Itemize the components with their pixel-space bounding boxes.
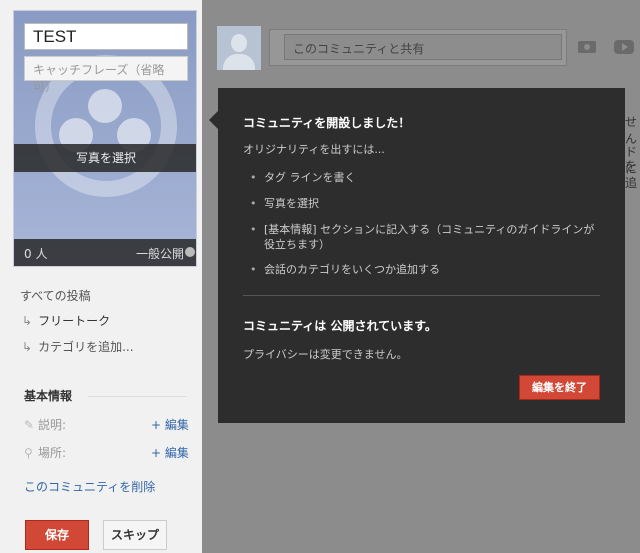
background-text-fragment: せん <box>625 115 638 146</box>
member-count: 0 人 <box>24 247 48 261</box>
bullet-icon: • <box>250 223 257 236</box>
emblem-dot-top <box>88 89 122 123</box>
tip-item: • [基本情報] セクションに記入する（コミュニティのガイドラインが役立ちます） <box>250 222 604 252</box>
category-label: カテゴリを追加... <box>38 340 134 354</box>
user-avatar <box>217 26 261 70</box>
select-photo-button[interactable]: 写真を選択 <box>14 144 196 172</box>
popup-intro: オリジナリティを出すには... <box>243 143 385 156</box>
bullet-icon: • <box>250 171 257 184</box>
basic-info-divider <box>88 396 186 397</box>
tip-text: 会話のカテゴリをいくつか追加する <box>264 263 440 276</box>
tip-text: 写真を選択 <box>264 197 319 210</box>
subcategory-arrow-icon: ↳ <box>22 340 33 354</box>
description-row: ✎ 説明: <box>24 416 66 433</box>
globe-icon <box>185 247 195 257</box>
video-icon[interactable] <box>614 40 634 54</box>
privacy-note: プライバシーは変更できません。 <box>243 348 408 361</box>
add-category-link[interactable]: ↳ カテゴリを追加... <box>22 338 134 355</box>
description-label: 説明: <box>38 418 67 432</box>
all-posts-link[interactable]: すべての投稿 <box>20 287 91 304</box>
community-cover-photo[interactable]: TEST キャッチフレーズ（省略可） 写真を選択 0 人 一般公開 <box>13 10 197 267</box>
finish-editing-button[interactable]: 編集を終了 <box>519 375 600 400</box>
delete-community-link[interactable]: このコミュニティを削除 <box>24 478 155 495</box>
background-text-fragment: を追 <box>625 159 638 190</box>
community-name-input[interactable]: TEST <box>24 23 188 50</box>
location-row: ⚲ 場所: <box>24 444 66 461</box>
tagline-input[interactable]: キャッチフレーズ（省略可） <box>24 56 188 94</box>
avatar-body <box>223 54 255 70</box>
category-item-free-talk[interactable]: ↳ フリートーク <box>22 312 110 329</box>
subcategory-arrow-icon: ↳ <box>22 314 33 328</box>
share-input[interactable]: このコミュニティと共有 <box>284 34 562 60</box>
save-button[interactable]: 保存 <box>25 520 89 550</box>
tip-text: タグ ラインを書く <box>264 171 356 184</box>
category-label: フリートーク <box>38 314 111 328</box>
visibility-label: 一般公開 <box>135 247 184 261</box>
bullet-icon: • <box>250 263 257 276</box>
location-label: 場所: <box>38 446 67 460</box>
public-status-heading: コミュニティは 公開されています。 <box>243 319 437 333</box>
skip-button[interactable]: スキップ <box>103 520 167 550</box>
tip-item: • タグ ラインを書く <box>250 170 604 185</box>
tip-item: • 写真を選択 <box>250 196 604 211</box>
cover-footer: 0 人 一般公開 <box>14 239 196 266</box>
community-created-popup: コミュニティを開設しました！ オリジナリティを出すには... • タグ ラインを書… <box>218 88 625 423</box>
bullet-icon: • <box>250 197 257 210</box>
popup-title: コミュニティを開設しました！ <box>243 116 411 130</box>
tip-item: • 会話のカテゴリをいくつか追加する <box>250 262 604 277</box>
camera-icon[interactable] <box>578 41 596 53</box>
pencil-icon: ✎ <box>24 418 35 432</box>
tip-text: [基本情報] セクションに記入する（コミュニティのガイドラインが役立ちます） <box>264 223 595 251</box>
popup-pointer <box>209 111 218 129</box>
avatar-head <box>231 34 247 52</box>
edit-description-link[interactable]: + 編集 <box>151 416 189 433</box>
community-sidebar: TEST キャッチフレーズ（省略可） 写真を選択 0 人 一般公開 すべての投稿… <box>0 0 202 553</box>
basic-info-heading: 基本情報 <box>24 389 73 403</box>
location-pin-icon: ⚲ <box>24 446 33 460</box>
edit-location-link[interactable]: + 編集 <box>151 444 189 461</box>
popup-divider <box>243 295 600 296</box>
